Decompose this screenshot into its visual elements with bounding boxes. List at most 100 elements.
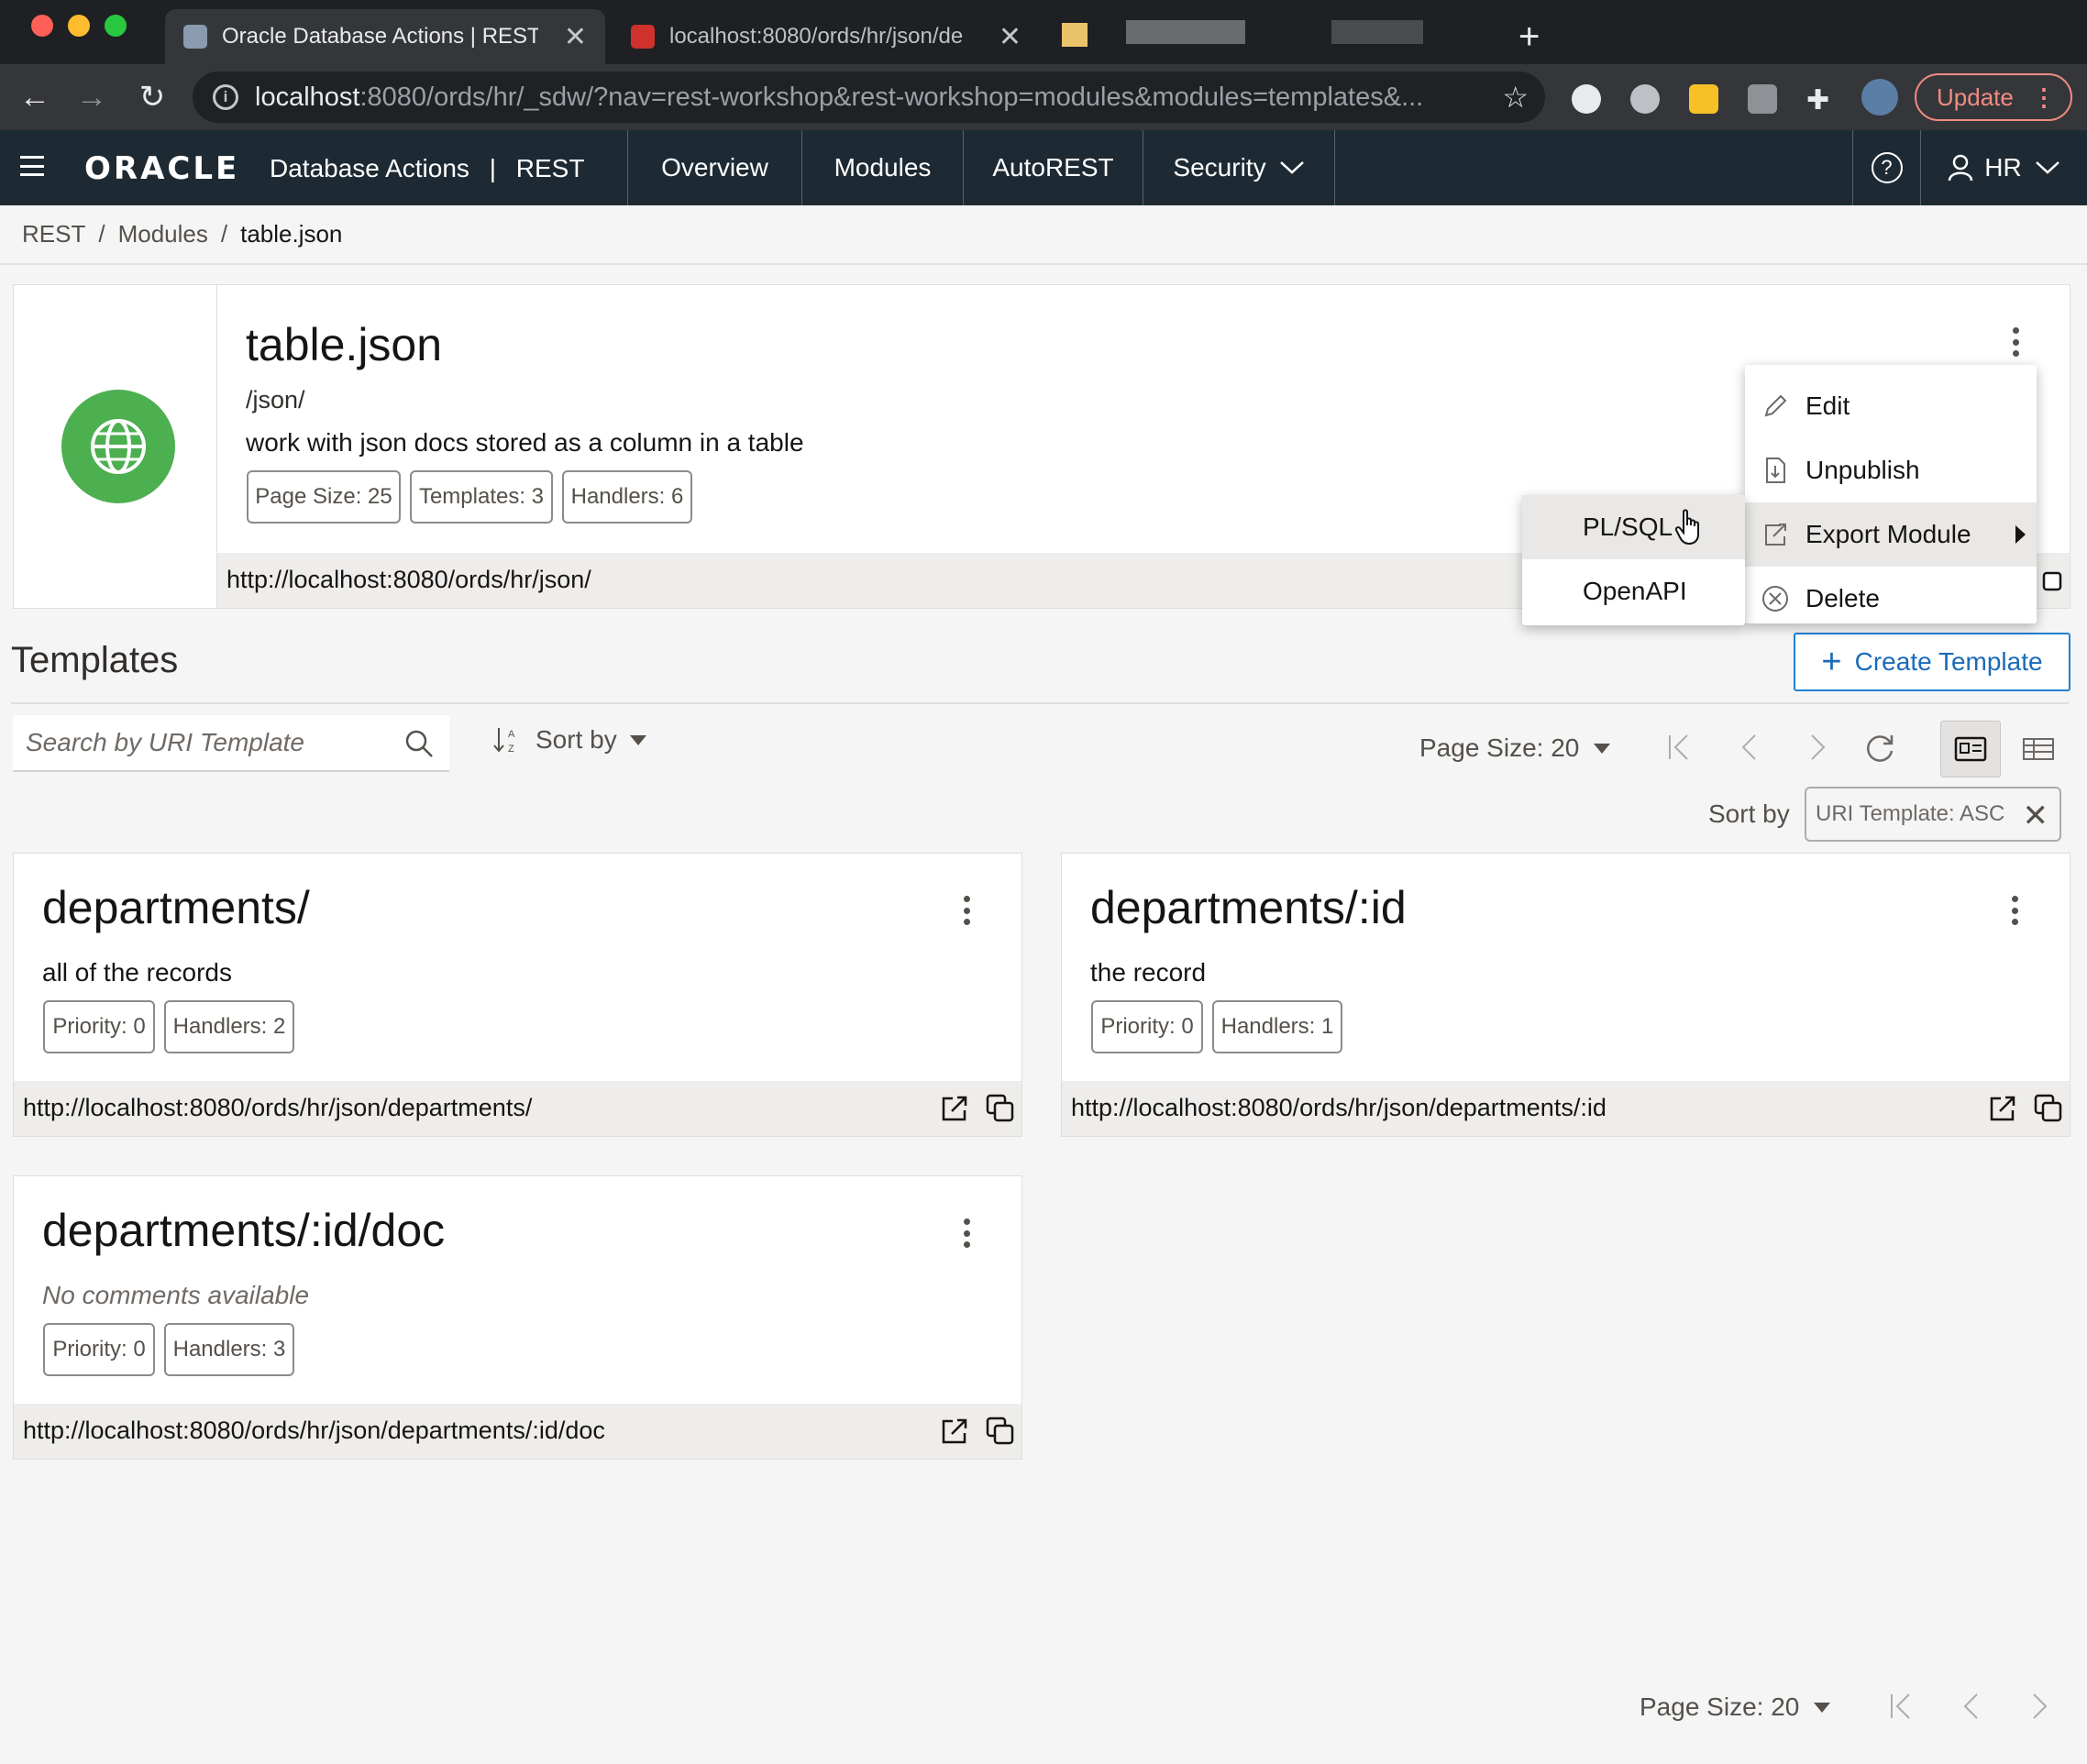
nav-label: Security [1173,153,1266,182]
next-page-icon[interactable] [1808,732,1828,763]
open-new-window-icon[interactable] [940,1417,969,1446]
card-view-icon [1954,736,1987,762]
page-size-badge: Page Size: 25 [247,470,401,524]
copy-icon[interactable] [986,1417,1015,1446]
back-arrow-icon[interactable]: ← [15,77,55,117]
user-name: HR [1984,153,2022,182]
tab-close-icon[interactable]: ✕ [982,21,1021,53]
page-size-dropdown[interactable]: Page Size: 20 [1419,733,1611,763]
template-card: departments/:id the record Priority: 0 H… [1061,853,2070,1137]
new-tab-button[interactable]: + [1500,9,1558,64]
priority-badge: Priority: 0 [43,1323,155,1376]
search-input[interactable] [26,728,392,757]
next-page-icon[interactable] [2030,1691,2050,1722]
previous-page-icon[interactable] [1960,1691,1981,1722]
nav-autorest[interactable]: AutoREST [963,130,1143,205]
window-minimize-button[interactable] [68,15,90,37]
hamburger-menu-icon[interactable] [20,156,44,176]
priority-badge: Priority: 0 [43,1000,155,1053]
module-url: http://localhost:8080/ords/hr/json/ [226,566,591,593]
tab-close-icon[interactable]: ✕ [547,21,587,53]
chevron-down-icon [2035,161,2059,174]
card-view-button[interactable] [1940,721,2001,777]
submenu-item-plsql[interactable]: PL/SQL [1522,495,1745,559]
breadcrumb-current: table.json [240,220,343,248]
template-title[interactable]: departments/:id [1090,881,1407,934]
extension-icon[interactable] [1748,84,1777,114]
window-maximize-button[interactable] [105,15,127,37]
reload-icon[interactable]: ↻ [132,77,172,117]
nav-modules[interactable]: Modules [801,130,963,205]
module-more-actions-icon[interactable] [2002,324,2029,360]
templates-heading: Templates [11,640,179,680]
template-title[interactable]: departments/ [42,881,310,934]
browser-tab-active[interactable]: Oracle Database Actions | REST ✕ [165,9,605,64]
sort-by-label: Sort by [1708,799,1790,828]
profile-avatar[interactable] [1861,79,1898,116]
browser-tab-strip: Oracle Database Actions | REST ✕ localho… [0,0,2087,64]
previous-page-icon[interactable] [1739,732,1759,763]
globe-icon [61,390,175,503]
template-url: http://localhost:8080/ords/hr/json/depar… [23,1094,533,1121]
templates-count-badge: Templates: 3 [410,470,553,524]
update-button[interactable]: Update ⋮ [1915,73,2072,121]
close-icon[interactable]: ✕ [2023,798,2049,834]
template-card: departments/ all of the records Priority… [13,853,1022,1137]
extensions-puzzle-icon[interactable]: ✚ [1806,84,1836,116]
user-menu[interactable]: HR [1920,130,2087,205]
menu-item-export-module[interactable]: Export Module [1745,502,2037,567]
extension-icon[interactable] [1572,84,1601,114]
bookmark-star-icon[interactable]: ☆ [1502,80,1529,115]
chevron-down-icon [1279,161,1304,174]
bottom-page-size-dropdown[interactable]: Page Size: 20 [1640,1692,1831,1722]
create-template-button[interactable]: + Create Template [1794,633,2070,691]
browser-tab[interactable]: localhost:8080/ords/hr/json/de ✕ [613,9,1040,64]
nav-label: AutoREST [992,153,1114,182]
search-field [13,715,449,772]
address-bar[interactable]: i localhost :8080/ords/hr/_sdw/?nav=rest… [193,72,1545,123]
first-page-icon[interactable] [1665,732,1693,763]
sort-by-dropdown[interactable]: AZ Sort by [491,724,646,755]
first-page-icon[interactable] [1887,1691,1915,1722]
copy-icon[interactable] [2034,1094,2063,1123]
app-title: Database Actions | REST [270,154,584,183]
window-close-button[interactable] [31,15,53,37]
extension-icon[interactable] [1689,84,1718,114]
url-path: :8080/ords/hr/_sdw/?nav=rest-workshop&re… [359,82,1424,112]
caret-down-icon [1814,1702,1831,1713]
sort-filter-chip: URI Template: ASC ✕ [1805,787,2061,842]
submenu-item-openapi[interactable]: OpenAPI [1522,559,1745,623]
nav-security[interactable]: Security [1143,130,1335,205]
copy-icon[interactable] [986,1094,1015,1123]
help-button[interactable]: ? [1852,130,1920,205]
copy-icon[interactable] [2037,566,2064,593]
plus-icon: + [1821,643,1842,681]
priority-badge: Priority: 0 [1091,1000,1203,1053]
sort-icon: AZ [493,728,515,755]
search-icon[interactable] [403,728,435,759]
menu-label: Export Module [1805,520,1971,548]
menu-item-delete[interactable]: Delete [1745,567,2037,631]
breadcrumb-rest[interactable]: REST [22,220,85,248]
section-name: REST [515,154,585,182]
table-view-button[interactable] [2008,721,2069,777]
sort-chip-label: URI Template: ASC [1816,801,2005,826]
open-new-window-icon[interactable] [940,1094,969,1123]
template-more-actions-icon[interactable] [953,1215,980,1251]
breadcrumb: REST / Modules / table.json [22,220,342,248]
unpublish-icon [1761,457,1789,484]
breadcrumb-modules[interactable]: Modules [118,220,208,248]
menu-item-unpublish[interactable]: Unpublish [1745,438,2037,502]
refresh-icon[interactable] [1863,731,1896,764]
open-new-window-icon[interactable] [1988,1094,2017,1123]
template-more-actions-icon[interactable] [953,892,980,929]
forward-arrow-icon[interactable]: → [72,77,112,117]
template-more-actions-icon[interactable] [2001,892,2028,929]
menu-item-edit[interactable]: Edit [1745,374,2037,438]
svg-text:A: A [508,729,515,740]
site-info-icon[interactable]: i [213,84,238,110]
template-url-bar: http://localhost:8080/ords/hr/json/depar… [1062,1081,2070,1136]
extension-icon[interactable] [1630,84,1660,114]
template-title[interactable]: departments/:id/doc [42,1204,445,1257]
nav-overview[interactable]: Overview [627,130,801,205]
